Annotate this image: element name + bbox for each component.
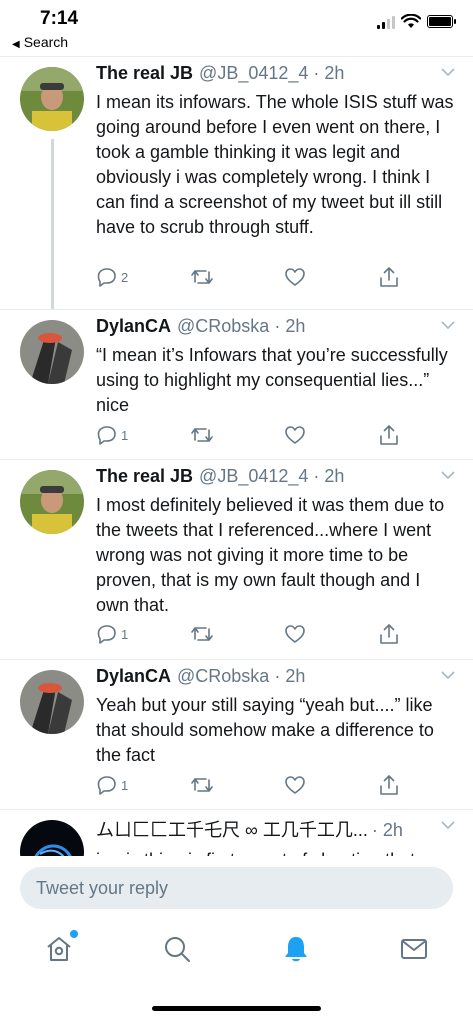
retweet-icon[interactable] xyxy=(190,623,214,645)
share-icon[interactable] xyxy=(378,623,400,645)
reply-count: 1 xyxy=(121,777,129,793)
reply-icon xyxy=(97,776,116,795)
battery-icon xyxy=(427,15,456,28)
handle-text: @JB_0412_4 xyxy=(199,63,309,83)
avatar[interactable] xyxy=(20,820,84,856)
back-to-search-link[interactable]: ◀ Search xyxy=(12,34,68,50)
new-content-dot xyxy=(70,930,78,938)
tab-home[interactable] xyxy=(44,930,78,964)
wifi-icon xyxy=(401,14,421,28)
status-time: 7:14 xyxy=(40,8,79,29)
reply-button[interactable]: 1 xyxy=(96,424,128,446)
reply-count: 1 xyxy=(121,427,129,443)
like-icon[interactable] xyxy=(284,774,306,796)
reply-icon xyxy=(97,268,116,287)
retweet-icon[interactable] xyxy=(190,424,214,446)
reply-icon xyxy=(97,625,116,644)
avatar[interactable] xyxy=(20,470,84,534)
handle[interactable]: @CRobska · 2h xyxy=(177,316,305,337)
reply-button[interactable]: 2 xyxy=(96,266,128,288)
reply-icon xyxy=(97,426,116,445)
tweet[interactable]: DylanCA @CRobska · 2h Yeah but your stil… xyxy=(0,660,473,810)
tweet-time: 2h xyxy=(324,63,345,83)
tweet-text: I mean its infowars. The whole ISIS stuf… xyxy=(96,92,454,237)
retweet-icon[interactable] xyxy=(190,774,214,796)
tweet-time: 2h xyxy=(382,820,403,840)
share-icon[interactable] xyxy=(378,266,400,288)
handle-text: @JB_0412_4 xyxy=(199,466,309,486)
display-name[interactable]: DylanCA xyxy=(96,666,171,687)
reply-button[interactable]: 1 xyxy=(96,774,128,796)
tab-search[interactable] xyxy=(162,934,192,964)
reply-count: 1 xyxy=(121,626,129,642)
tweet[interactable]: The real JB @JB_0412_4 · 2h I most defin… xyxy=(0,460,473,660)
tweet-actions: 1 xyxy=(96,772,398,798)
tweet-text: I most definitely believed it was them d… xyxy=(96,495,445,615)
handle[interactable]: @CRobska · 2h xyxy=(177,666,305,687)
messages-icon xyxy=(401,939,427,959)
tweet-text: Yeah but your still saying “yeah but....… xyxy=(96,695,434,765)
tweet-actions: 1 xyxy=(96,621,398,647)
chevron-down-icon[interactable] xyxy=(441,668,455,682)
display-name[interactable]: The real JB xyxy=(96,63,193,84)
tweet-actions: 2 xyxy=(96,264,398,290)
tweet[interactable]: The real JB @JB_0412_4 · 2h I mean its i… xyxy=(0,57,473,310)
chevron-down-icon[interactable] xyxy=(441,818,455,832)
tab-messages[interactable] xyxy=(399,934,429,964)
handle[interactable]: @JB_0412_4 · 2h xyxy=(199,466,344,487)
display-name[interactable]: The real JB xyxy=(96,466,193,487)
signal-icon xyxy=(377,15,395,29)
home-indicator[interactable] xyxy=(152,1006,321,1011)
chevron-down-icon[interactable] xyxy=(441,65,455,79)
avatar[interactable] xyxy=(20,670,84,734)
tweet[interactable]: ムㄩ匚匚工千乇尺 ∞ 工几千工几... · 2h ironic thing is… xyxy=(0,810,473,856)
display-name[interactable]: ムㄩ匚匚工千乇尺 ∞ 工几千工几... xyxy=(96,816,368,842)
retweet-icon[interactable] xyxy=(190,266,214,288)
status-icons xyxy=(377,14,456,29)
tweet-actions: 1 xyxy=(96,422,398,448)
search-icon xyxy=(165,937,190,962)
tweet-time: 2h xyxy=(285,666,306,686)
tweet-time: 2h xyxy=(285,316,306,336)
tweet-text: ironic thing is first report of shooting… xyxy=(96,848,456,856)
back-arrow-icon: ◀ xyxy=(12,39,20,50)
handle-text: @CRobska xyxy=(177,666,270,686)
tweet-text: “I mean it’s Infowars that you’re succes… xyxy=(96,345,448,415)
tweet[interactable]: DylanCA @CRobska · 2h “I mean it’s Infow… xyxy=(0,310,473,460)
handle[interactable]: @JB_0412_4 · 2h xyxy=(199,63,344,84)
reply-thread: The real JB @JB_0412_4 · 2h I mean its i… xyxy=(0,56,473,856)
notifications-icon xyxy=(285,937,307,962)
share-icon[interactable] xyxy=(378,424,400,446)
tweet-time: 2h xyxy=(324,466,345,486)
chevron-down-icon[interactable] xyxy=(441,318,455,332)
reply-button[interactable]: 1 xyxy=(96,623,128,645)
tab-bar xyxy=(0,918,473,988)
home-icon xyxy=(47,937,71,961)
handle[interactable]: · 2h xyxy=(372,820,403,841)
status-bar: 7:14 ◀ Search xyxy=(0,0,473,56)
reply-count: 2 xyxy=(121,269,129,285)
like-icon[interactable] xyxy=(284,266,306,288)
back-label: Search xyxy=(23,34,69,50)
reply-input[interactable] xyxy=(20,867,453,909)
tab-notifications[interactable] xyxy=(281,934,311,964)
display-name[interactable]: DylanCA xyxy=(96,316,171,337)
avatar[interactable] xyxy=(20,67,84,131)
like-icon[interactable] xyxy=(284,623,306,645)
like-icon[interactable] xyxy=(284,424,306,446)
chevron-down-icon[interactable] xyxy=(441,468,455,482)
share-icon[interactable] xyxy=(378,774,400,796)
handle-text: @CRobska xyxy=(177,316,270,336)
reply-composer xyxy=(0,856,473,918)
avatar[interactable] xyxy=(20,320,84,384)
